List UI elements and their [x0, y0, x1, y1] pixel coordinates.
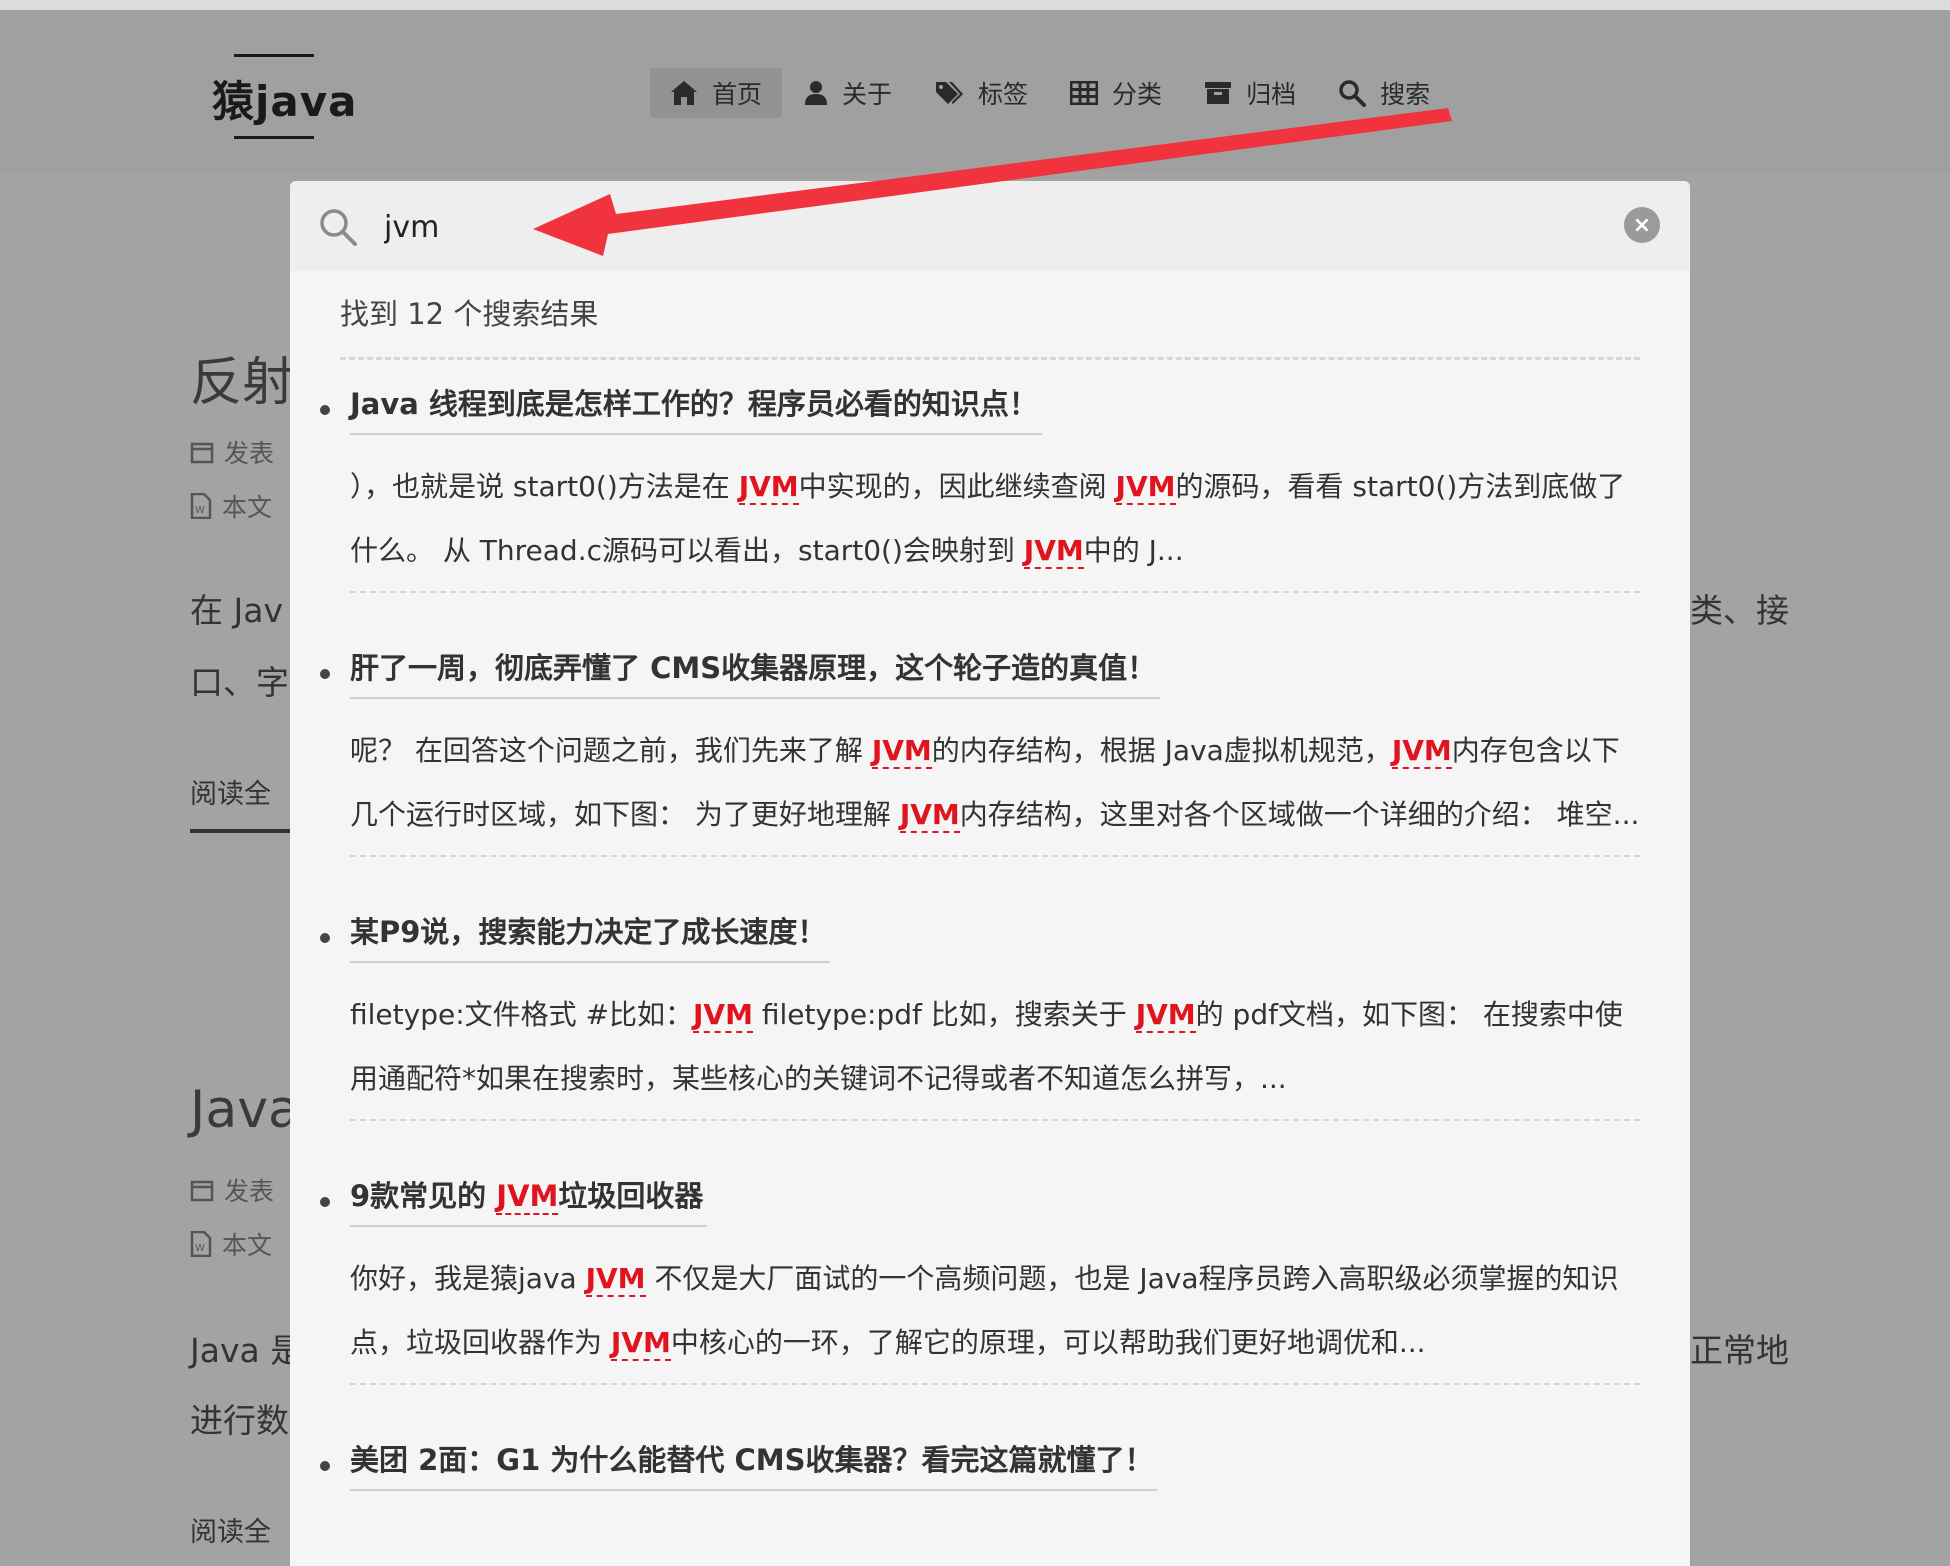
- search-highlight: JVM: [1023, 534, 1084, 569]
- bg-article-meta-words-2: W 本文: [190, 1226, 272, 1262]
- site-header: 猿java 首页 关于 标签 分类 归档 搜索: [0, 0, 1950, 172]
- excerpt-text: 的内存结构，根据 Java虚拟机规范，: [931, 734, 1392, 767]
- nav-tags-label: 标签: [978, 80, 1029, 109]
- search-highlight: JVM: [1391, 734, 1452, 769]
- nav-about[interactable]: 关于: [784, 68, 912, 118]
- search-result-excerpt: filetype:文件格式 #比如：JVM filetype:pdf 比如，搜索…: [350, 983, 1640, 1121]
- bg-article-meta-words-1: W 本文: [190, 488, 272, 524]
- list-bullet: [320, 669, 330, 679]
- nav-archive-label: 归档: [1246, 80, 1297, 109]
- main-nav: 首页 关于 标签 分类 归档 搜索: [650, 68, 1452, 118]
- search-bar: ×: [290, 181, 1690, 271]
- svg-text:W: W: [195, 1243, 205, 1254]
- close-icon: ×: [1632, 212, 1652, 238]
- search-result-count: 找到 12 个搜索结果: [340, 297, 599, 331]
- nav-categories-label: 分类: [1112, 80, 1163, 109]
- list-bullet: [320, 1461, 330, 1471]
- search-icon: [1339, 80, 1367, 107]
- bg-article-excerpt-2b: 进行数: [190, 1401, 289, 1440]
- bg-article-excerpt-1a: 在 Jav: [190, 591, 283, 630]
- bg-article-excerpt-2a: Java 是: [190, 1331, 304, 1370]
- search-input[interactable]: [382, 199, 1546, 255]
- site-logo[interactable]: 猿java: [212, 54, 357, 139]
- nav-search[interactable]: 搜索: [1318, 68, 1450, 118]
- excerpt-text: 中的 J...: [1083, 534, 1184, 567]
- nav-archive[interactable]: 归档: [1184, 68, 1316, 118]
- search-result-item: 肝了一周，彻底弄懂了 CMS收集器原理，这个轮子造的真值！ 呢？ 在回答这个问题…: [290, 645, 1690, 857]
- search-result-title[interactable]: 美团 2面：G1 为什么能替代 CMS收集器？看完这篇就懂了！: [350, 1437, 1158, 1491]
- search-highlight: JVM: [1135, 998, 1196, 1033]
- page: 猿java 首页 关于 标签 分类 归档 搜索 反射 发表 W 本文 在 Jav…: [0, 0, 1950, 1566]
- excerpt-text: 中核心的一环，了解它的原理，可以帮助我们更好地调优和...: [670, 1326, 1426, 1359]
- bg-read-more-1[interactable]: 阅读全: [190, 772, 300, 833]
- search-result-item: 美团 2面：G1 为什么能替代 CMS收集器？看完这篇就懂了！: [290, 1437, 1690, 1491]
- search-result-title[interactable]: 肝了一周，彻底弄懂了 CMS收集器原理，这个轮子造的真值！: [350, 645, 1161, 699]
- tags-icon: [936, 82, 964, 104]
- nav-home[interactable]: 首页: [650, 68, 783, 118]
- search-result-title[interactable]: Java 线程到底是怎样工作的？程序员必看的知识点！: [350, 381, 1042, 435]
- result-count-divider: [340, 357, 1640, 360]
- svg-text:W: W: [195, 505, 205, 516]
- search-popup: × 找到 12 个搜索结果 Java 线程到底是怎样工作的？程序员必看的知识点！…: [290, 181, 1690, 1566]
- search-highlight: JVM: [871, 734, 932, 769]
- nav-tags[interactable]: 标签: [914, 68, 1048, 118]
- nav-home-label: 首页: [712, 80, 763, 109]
- search-highlight: JVM: [693, 998, 753, 1033]
- search-result-excerpt: 你好，我是猿java JVM 不仅是大厂面试的一个高频问题，也是 Java程序员…: [350, 1247, 1640, 1385]
- bg-article-excerpt-1c: 类、接: [1690, 591, 1789, 630]
- search-highlight: JVM: [610, 1326, 671, 1361]
- word-file-icon: W: [190, 493, 212, 519]
- search-highlight: JVM: [1115, 470, 1176, 505]
- bg-article-title-1[interactable]: 反射: [190, 340, 294, 415]
- search-highlight: JVM: [899, 798, 960, 833]
- list-bullet: [320, 405, 330, 415]
- home-icon: [671, 81, 697, 105]
- search-result-excerpt: 呢？ 在回答这个问题之前，我们先来了解 JVM的内存结构，根据 Java虚拟机规…: [350, 719, 1640, 857]
- search-highlight: JVM: [738, 470, 799, 505]
- excerpt-text: filetype:文件格式 #比如：: [350, 998, 693, 1031]
- search-result-title[interactable]: 9款常见的 JVM垃圾回收器: [350, 1173, 708, 1227]
- bg-article-excerpt-1b: 口、字: [190, 663, 289, 702]
- user-icon: [805, 81, 828, 105]
- excerpt-text: 你好，我是猿java: [350, 1262, 586, 1295]
- search-highlight: JVM: [496, 1179, 559, 1215]
- grid-icon: [1070, 81, 1099, 105]
- excerpt-text: filetype:pdf 比如，搜索关于: [752, 998, 1136, 1031]
- search-result-item: 9款常见的 JVM垃圾回收器 你好，我是猿java JVM 不仅是大厂面试的一个…: [290, 1173, 1690, 1385]
- bg-article-excerpt-2c: 正常地: [1690, 1331, 1789, 1370]
- calendar-icon: [190, 1180, 214, 1202]
- search-result-title[interactable]: 某P9说，搜索能力决定了成长速度！: [350, 909, 831, 963]
- search-result-item: Java 线程到底是怎样工作的？程序员必看的知识点！ ），也就是说 start0…: [290, 381, 1690, 593]
- archive-icon: [1205, 82, 1232, 104]
- list-bullet: [320, 933, 330, 943]
- clear-search-button[interactable]: ×: [1624, 207, 1660, 243]
- nav-about-label: 关于: [842, 80, 893, 109]
- excerpt-text: 中实现的，因此继续查阅: [798, 470, 1116, 503]
- excerpt-text: 垃圾回收器: [558, 1179, 704, 1213]
- search-result-excerpt: ），也就是说 start0()方法是在 JVM中实现的，因此继续查阅 JVM的源…: [350, 455, 1640, 593]
- excerpt-text: 呢？ 在回答这个问题之前，我们先来了解: [350, 734, 872, 767]
- bg-article-meta-date-2: 发表: [190, 1172, 274, 1208]
- nav-search-label: 搜索: [1380, 80, 1431, 109]
- search-results-list: Java 线程到底是怎样工作的？程序员必看的知识点！ ），也就是说 start0…: [290, 381, 1690, 1491]
- list-bullet: [320, 1197, 330, 1207]
- word-file-icon: W: [190, 1231, 212, 1257]
- nav-categories[interactable]: 分类: [1050, 68, 1182, 118]
- excerpt-text: 内存结构，这里对各个区域做一个详细的介绍： 堆空...: [959, 798, 1640, 831]
- search-highlight: JVM: [585, 1262, 646, 1297]
- bg-article-title-2[interactable]: Java: [190, 1080, 300, 1140]
- search-icon: [320, 209, 357, 246]
- excerpt-text: ），也就是说 start0()方法是在: [350, 470, 739, 503]
- search-result-item: 某P9说，搜索能力决定了成长速度！ filetype:文件格式 #比如：JVM …: [290, 909, 1690, 1121]
- excerpt-text: 9款常见的: [350, 1179, 497, 1213]
- calendar-icon: [190, 442, 214, 464]
- bg-read-more-2[interactable]: 阅读全: [190, 1510, 300, 1566]
- bg-article-meta-date-1: 发表: [190, 434, 274, 470]
